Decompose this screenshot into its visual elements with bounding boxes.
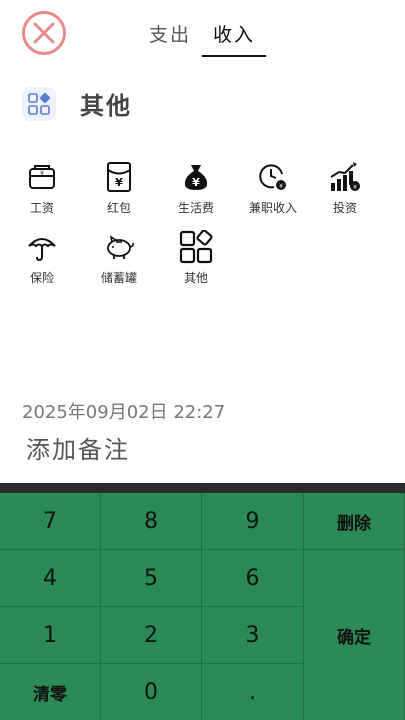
category-part-time[interactable]: ¥ 兼职收入 bbox=[241, 160, 305, 216]
piggy-bank-icon bbox=[87, 230, 151, 264]
tab-income[interactable]: 收入 bbox=[202, 20, 266, 57]
key-5[interactable]: 5 bbox=[101, 550, 202, 607]
category-living-expenses[interactable]: ¥ 生活费 bbox=[164, 160, 228, 216]
svg-text:¥: ¥ bbox=[192, 176, 200, 189]
wallet-icon: ¥ bbox=[10, 160, 74, 194]
svg-text:¥: ¥ bbox=[115, 176, 123, 189]
close-button[interactable] bbox=[22, 11, 66, 55]
confirm-button[interactable]: 确定 bbox=[304, 550, 405, 720]
close-icon bbox=[33, 22, 55, 44]
delete-button[interactable]: 删除 bbox=[304, 493, 405, 550]
tab-expense[interactable]: 支出 bbox=[138, 20, 202, 57]
key-6[interactable]: 6 bbox=[202, 550, 304, 607]
svg-text:¥: ¥ bbox=[353, 184, 357, 191]
date-time-picker[interactable]: 2025年09月02日 22:27 bbox=[22, 398, 225, 424]
svg-text:¥: ¥ bbox=[40, 170, 44, 177]
selected-category-label: 其他 bbox=[80, 92, 132, 120]
key-2[interactable]: 2 bbox=[101, 607, 202, 664]
other-grid-icon bbox=[22, 86, 56, 121]
category-other[interactable]: 其他 bbox=[164, 230, 228, 286]
selected-category: 其他 bbox=[22, 86, 132, 121]
top-bar: 支出 收入 bbox=[0, 0, 405, 60]
red-envelope-icon: ¥ bbox=[87, 160, 151, 194]
category-insurance[interactable]: 保险 bbox=[10, 230, 74, 286]
key-dot[interactable]: . bbox=[202, 664, 304, 720]
category-piggy-bank[interactable]: 储蓄罐 bbox=[87, 230, 151, 286]
clock-coin-icon: ¥ bbox=[241, 160, 305, 194]
note-input[interactable]: 添加备注 bbox=[26, 430, 130, 465]
other-grid-icon bbox=[164, 230, 228, 264]
key-4[interactable]: 4 bbox=[0, 550, 101, 607]
type-tabs: 支出 收入 bbox=[138, 20, 266, 57]
key-0[interactable]: 0 bbox=[101, 664, 202, 720]
key-1[interactable]: 1 bbox=[0, 607, 101, 664]
invest-chart-icon: ¥ bbox=[313, 160, 377, 194]
svg-text:¥: ¥ bbox=[279, 183, 283, 190]
money-bag-icon: ¥ bbox=[164, 160, 228, 194]
key-3[interactable]: 3 bbox=[202, 607, 304, 664]
category-investment[interactable]: ¥ 投资 bbox=[313, 160, 377, 216]
clear-button[interactable]: 清零 bbox=[0, 664, 101, 720]
key-7[interactable]: 7 bbox=[0, 493, 101, 550]
category-salary[interactable]: ¥ 工资 bbox=[10, 160, 74, 216]
umbrella-icon bbox=[10, 230, 74, 264]
category-red-envelope[interactable]: ¥ 红包 bbox=[87, 160, 151, 216]
key-8[interactable]: 8 bbox=[101, 493, 202, 550]
key-9[interactable]: 9 bbox=[202, 493, 304, 550]
number-keypad: 7 8 9 删除 4 5 6 1 2 3 确定 清零 0 . bbox=[0, 483, 405, 720]
